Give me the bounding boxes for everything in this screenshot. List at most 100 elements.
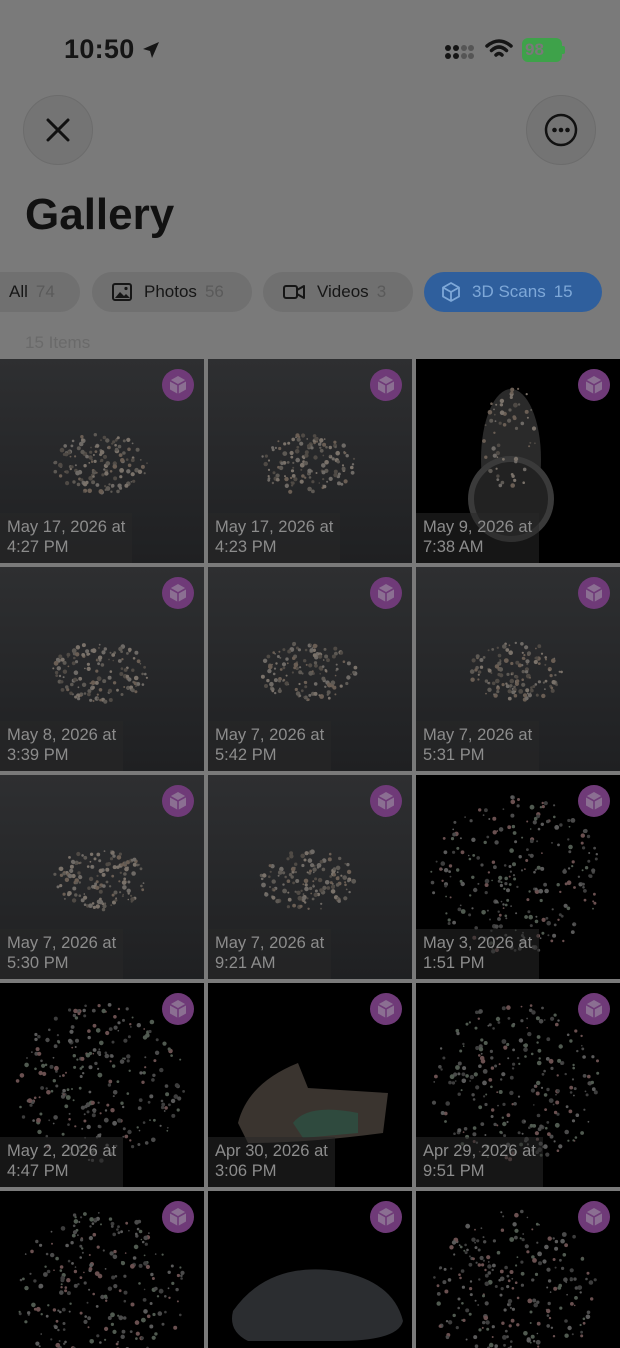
scan-tile[interactable]: Apr 30, 2026 at 3:06 PM — [208, 983, 412, 1187]
scan-date: May 17, 2026 at — [7, 518, 126, 536]
cube-icon — [169, 584, 187, 602]
scan-type-badge — [578, 993, 610, 1025]
scan-date-label: May 7, 2026 at 5:30 PM — [0, 929, 124, 979]
scan-tile[interactable]: May 7, 2026 at 5:31 PM — [416, 567, 620, 771]
battery-indicator: 98 — [522, 38, 566, 62]
scan-type-badge — [370, 993, 402, 1025]
scan-tile[interactable]: May 8, 2026 at 3:39 PM — [0, 567, 204, 771]
cube-icon — [585, 376, 603, 394]
scan-tile[interactable]: May 7, 2026 at 5:30 PM — [0, 775, 204, 979]
filter-videos[interactable]: Videos 3 — [263, 272, 413, 312]
filter-3d-scans-count: 15 — [553, 282, 573, 301]
video-camera-icon — [283, 285, 305, 299]
filter-all-count: 74 — [35, 282, 55, 301]
cube-icon — [169, 376, 187, 394]
scan-tile[interactable] — [208, 1191, 412, 1348]
scan-tile[interactable] — [0, 1191, 204, 1348]
scan-date-label: May 7, 2026 at 5:31 PM — [416, 721, 540, 771]
scan-time: 1:51 PM — [423, 954, 485, 972]
scan-time: 3:06 PM — [215, 1162, 277, 1180]
scan-date-label: May 7, 2026 at 9:21 AM — [208, 929, 332, 979]
scan-time: 4:27 PM — [7, 538, 69, 556]
cube-icon — [377, 584, 395, 602]
scan-tile[interactable]: Apr 29, 2026 at 9:51 PM — [416, 983, 620, 1187]
scan-time: 5:42 PM — [215, 746, 277, 764]
filter-tabs: All 74 Photos 56 Videos 3 3D Scans 15 — [0, 272, 620, 312]
cube-icon — [377, 376, 395, 394]
scan-date: Apr 29, 2026 at — [423, 1142, 536, 1160]
page-title: Gallery — [25, 190, 175, 239]
scan-tile[interactable]: May 3, 2026 at 1:51 PM — [416, 775, 620, 979]
scan-date-label: May 2, 2026 at 4:47 PM — [0, 1137, 124, 1187]
cellular-signal-icon — [445, 45, 474, 59]
scan-date: May 3, 2026 at — [423, 934, 533, 952]
scan-date: May 7, 2026 at — [423, 726, 533, 744]
scan-tile[interactable]: May 7, 2026 at 5:42 PM — [208, 567, 412, 771]
scan-type-badge — [578, 577, 610, 609]
scan-date-label: May 3, 2026 at 1:51 PM — [416, 929, 540, 979]
status-bar: 10:50 98 — [0, 0, 620, 100]
scan-type-badge — [578, 1201, 610, 1233]
scan-tile[interactable] — [416, 1191, 620, 1348]
scan-time: 9:21 AM — [215, 954, 276, 972]
cube-icon — [585, 584, 603, 602]
scan-date: Apr 30, 2026 at — [215, 1142, 328, 1160]
scan-time: 4:23 PM — [215, 538, 277, 556]
filter-all-label: All — [9, 282, 28, 301]
scan-date: May 7, 2026 at — [215, 726, 325, 744]
scan-tile[interactable]: May 2, 2026 at 4:47 PM — [0, 983, 204, 1187]
cube-icon — [169, 1000, 187, 1018]
cube-icon — [169, 792, 187, 810]
gallery-screen: 10:50 98 Gallery All 74 Photos 56 Videos… — [0, 0, 620, 1348]
scan-date: May 8, 2026 at — [7, 726, 117, 744]
scan-tile[interactable]: May 17, 2026 at 4:27 PM — [0, 359, 204, 563]
scan-date-label: Apr 29, 2026 at 9:51 PM — [416, 1137, 543, 1187]
cube-icon — [585, 792, 603, 810]
filter-3d-scans[interactable]: 3D Scans 15 — [424, 272, 602, 312]
scan-type-badge — [370, 577, 402, 609]
status-time: 10:50 — [64, 34, 135, 64]
photo-icon — [112, 283, 132, 301]
scan-date: May 2, 2026 at — [7, 1142, 117, 1160]
scan-type-badge — [162, 577, 194, 609]
scan-date-label: May 7, 2026 at 5:42 PM — [208, 721, 332, 771]
battery-level: 98 — [525, 40, 544, 59]
scan-type-badge — [578, 785, 610, 817]
filter-photos-count: 56 — [204, 282, 224, 301]
items-count: 15 Items — [25, 333, 91, 352]
scan-time: 5:30 PM — [7, 954, 69, 972]
filter-all[interactable]: All 74 — [0, 272, 80, 312]
scan-type-badge — [578, 369, 610, 401]
more-options-button[interactable] — [526, 95, 596, 165]
location-arrow-icon — [143, 42, 159, 58]
scan-time: 3:39 PM — [7, 746, 69, 764]
cube-icon — [377, 1208, 395, 1226]
scan-tile[interactable]: May 9, 2026 at 7:38 AM — [416, 359, 620, 563]
close-button[interactable] — [23, 95, 93, 165]
scan-type-badge — [162, 993, 194, 1025]
cube-icon — [169, 1208, 187, 1226]
cube-icon — [377, 792, 395, 810]
ellipsis-circle-icon — [544, 113, 578, 147]
scan-date: May 7, 2026 at — [7, 934, 117, 952]
wifi-icon — [485, 39, 513, 57]
scan-tile[interactable]: May 7, 2026 at 9:21 AM — [208, 775, 412, 979]
cube-icon — [377, 1000, 395, 1018]
scan-type-badge — [162, 785, 194, 817]
scan-date: May 9, 2026 at — [423, 518, 533, 536]
scan-type-badge — [370, 1201, 402, 1233]
scan-type-badge — [162, 369, 194, 401]
cube-icon — [585, 1000, 603, 1018]
filter-photos[interactable]: Photos 56 — [92, 272, 252, 312]
scan-tile[interactable]: May 17, 2026 at 4:23 PM — [208, 359, 412, 563]
scan-time: 4:47 PM — [7, 1162, 69, 1180]
filter-3d-scans-label: 3D Scans — [472, 282, 546, 301]
scan-date-label: May 9, 2026 at 7:38 AM — [416, 513, 540, 563]
scan-type-badge — [370, 369, 402, 401]
scan-date-label: May 8, 2026 at 3:39 PM — [0, 721, 124, 771]
close-icon — [46, 118, 70, 142]
scan-time: 5:31 PM — [423, 746, 485, 764]
scan-date: May 7, 2026 at — [215, 934, 325, 952]
scan-date-label: Apr 30, 2026 at 3:06 PM — [208, 1137, 335, 1187]
scan-type-badge — [162, 1201, 194, 1233]
